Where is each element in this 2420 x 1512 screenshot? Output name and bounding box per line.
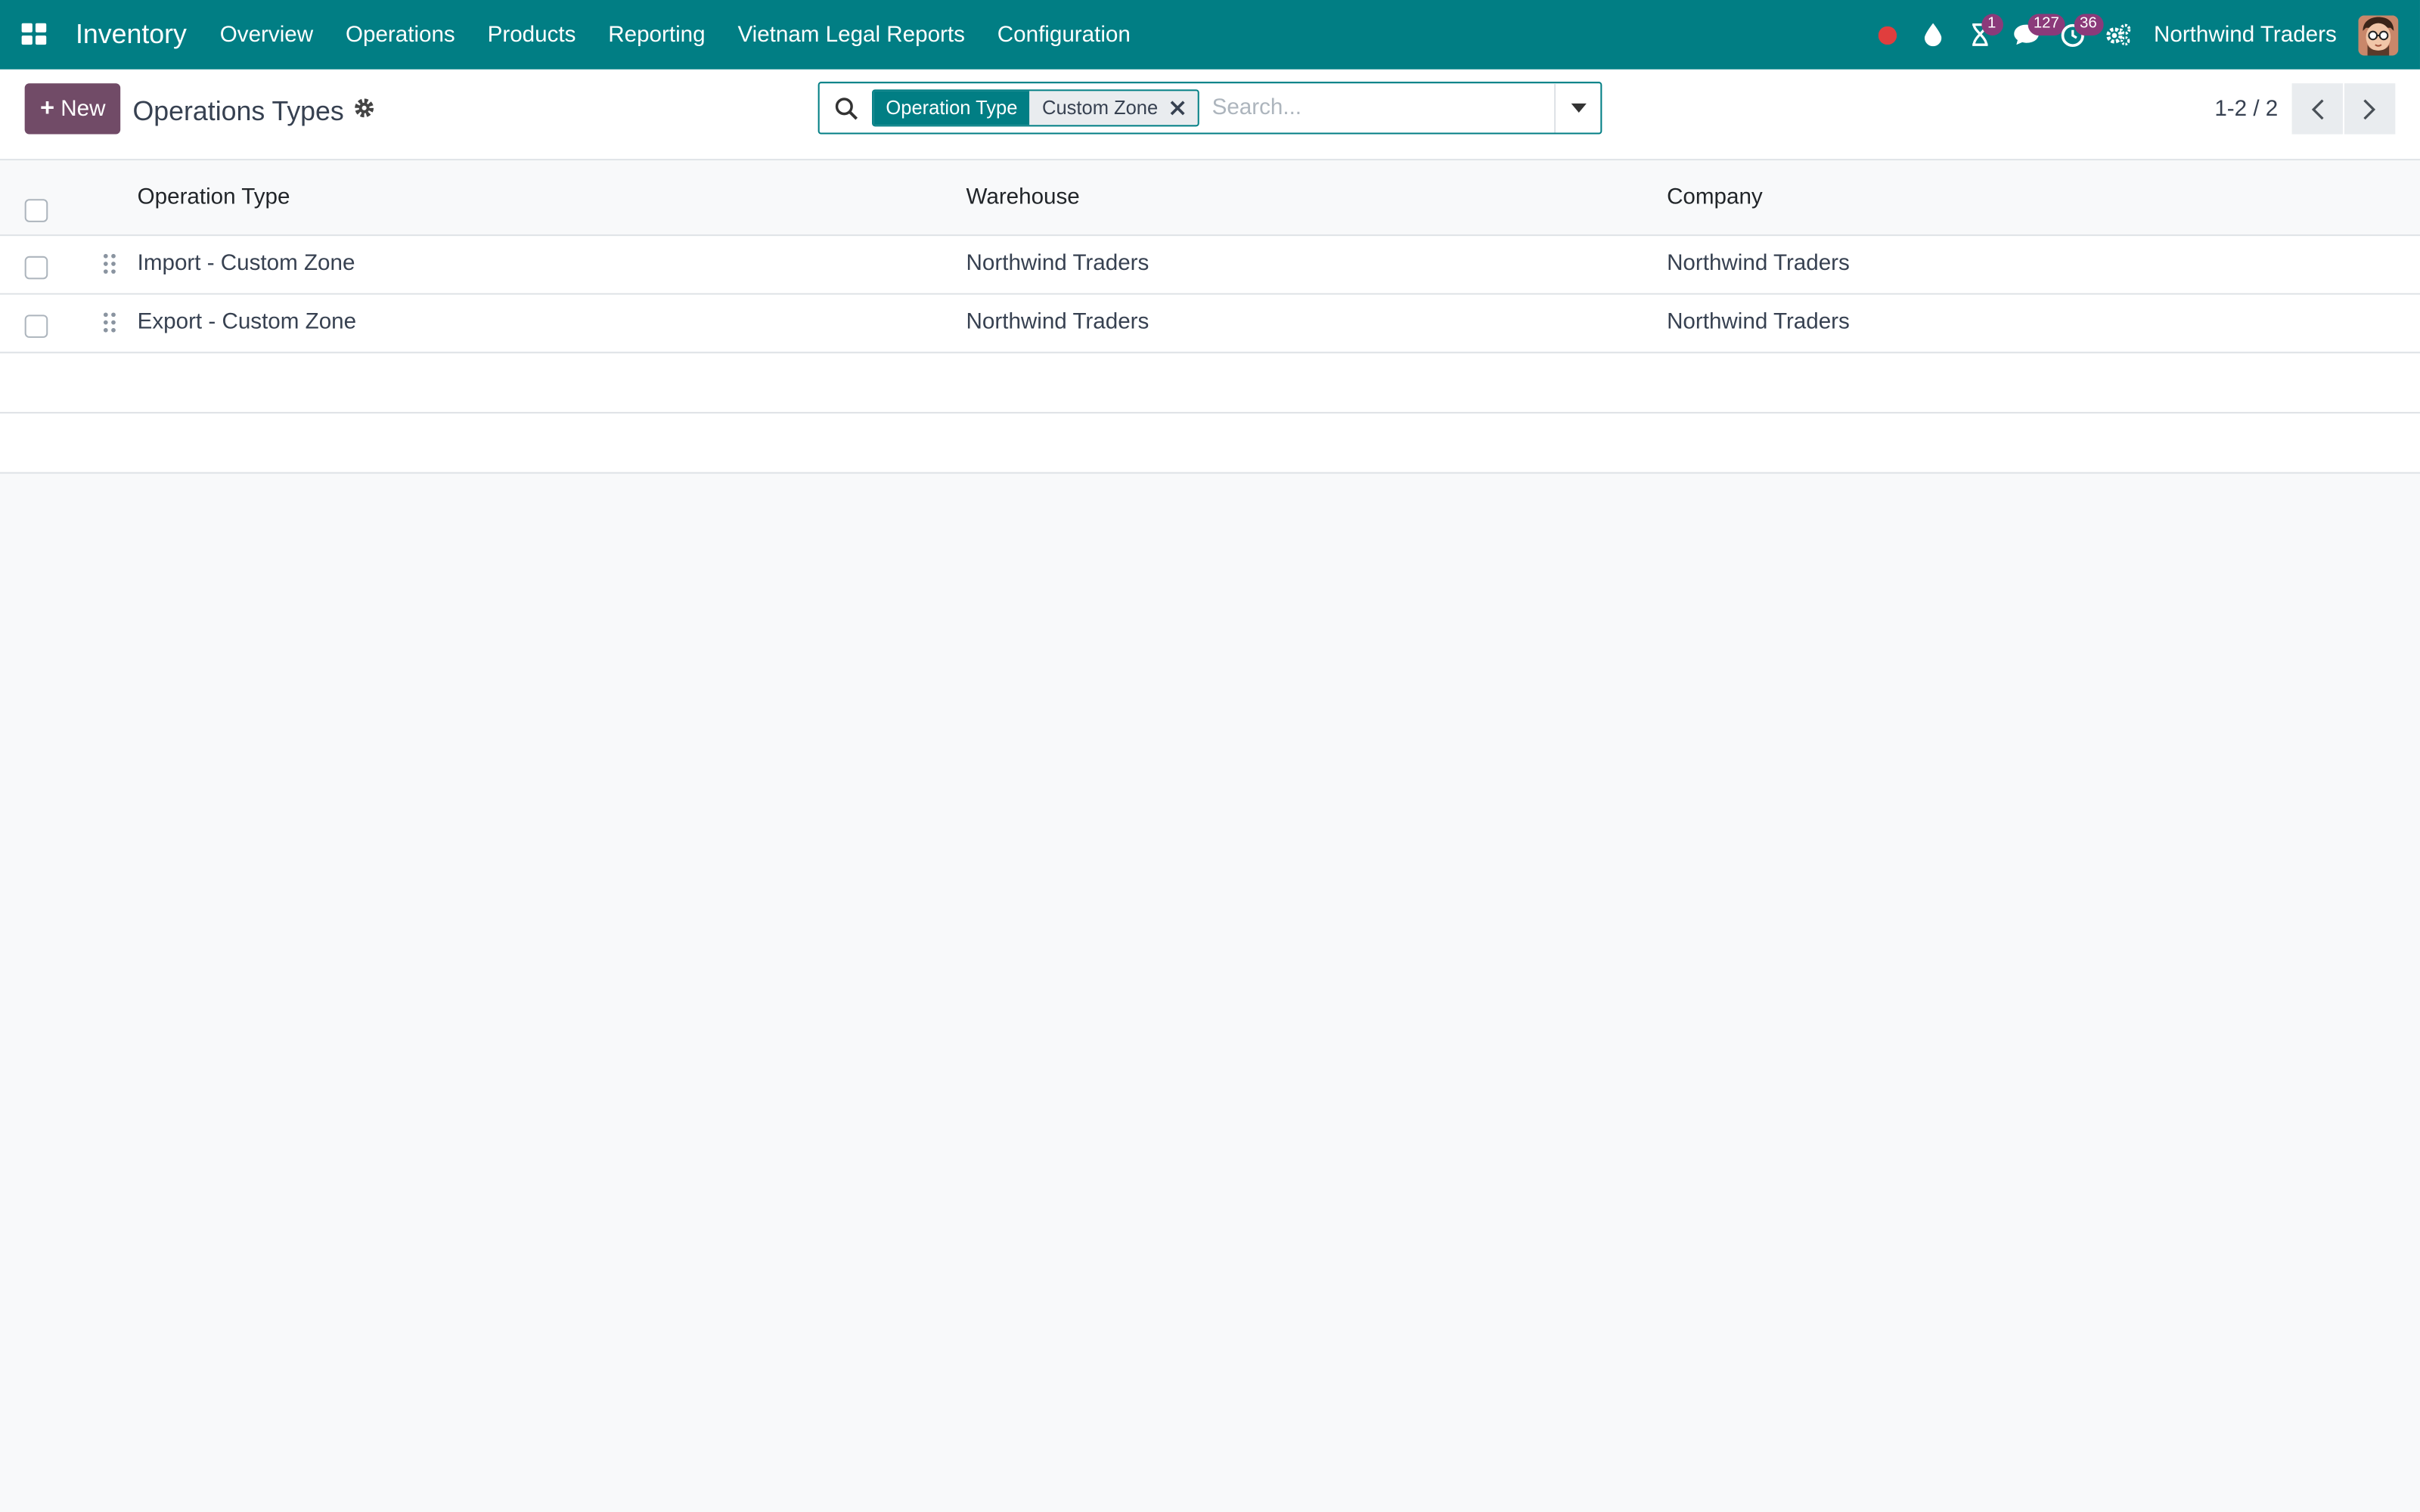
table-row[interactable]: Export - Custom Zone Northwind Traders N… bbox=[0, 294, 2420, 354]
search-bar: Operation Type Custom Zone bbox=[818, 82, 1602, 135]
facet-value: Custom Zone bbox=[1042, 97, 1159, 119]
row-checkbox[interactable] bbox=[24, 314, 48, 338]
column-operation-type[interactable]: Operation Type bbox=[138, 185, 290, 210]
cell-operation-type: Import - Custom Zone bbox=[137, 251, 355, 277]
list-header: Operation Type Warehouse Company bbox=[0, 160, 2420, 237]
app-root: Inventory Overview Operations Products R… bbox=[0, 0, 2420, 1512]
user-avatar[interactable] bbox=[2358, 14, 2399, 55]
facet-value-box: Custom Zone bbox=[1029, 91, 1199, 125]
column-company[interactable]: Company bbox=[1667, 185, 1763, 210]
chevron-right-icon[interactable] bbox=[2344, 83, 2396, 135]
select-all-checkbox[interactable] bbox=[24, 199, 48, 222]
chat-icon[interactable]: 127 bbox=[2003, 0, 2066, 70]
pager-value[interactable]: 1-2 / 2 bbox=[2214, 97, 2278, 122]
cell-company: Northwind Traders bbox=[1667, 310, 1850, 335]
pager: 1-2 / 2 bbox=[2214, 83, 2396, 135]
row-checkbox[interactable] bbox=[24, 256, 48, 280]
top-menu: Overview Operations Products Reporting V… bbox=[203, 0, 1146, 70]
cell-warehouse: Northwind Traders bbox=[966, 310, 1150, 335]
new-button-label: New bbox=[60, 96, 106, 122]
chevron-left-icon[interactable] bbox=[2291, 83, 2343, 135]
new-button[interactable]: + New bbox=[24, 83, 121, 135]
cell-warehouse: Northwind Traders bbox=[966, 251, 1150, 277]
drag-handle-icon[interactable] bbox=[102, 253, 120, 278]
systray: 1 127 36 Northwind Traders bbox=[1863, 0, 2399, 70]
drop-icon[interactable] bbox=[1910, 0, 1956, 70]
search-input[interactable] bbox=[1212, 85, 1555, 132]
cell-operation-type: Export - Custom Zone bbox=[137, 310, 357, 335]
menu-reporting[interactable]: Reporting bbox=[592, 0, 721, 70]
cell-company: Northwind Traders bbox=[1667, 251, 1850, 277]
search-facet: Operation Type Custom Zone bbox=[872, 89, 1200, 127]
table-row[interactable]: Import - Custom Zone Northwind Traders N… bbox=[0, 236, 2420, 295]
column-warehouse[interactable]: Warehouse bbox=[966, 185, 1080, 210]
empty-row bbox=[0, 413, 2420, 474]
empty-row bbox=[0, 353, 2420, 414]
facet-label: Operation Type bbox=[873, 91, 1030, 125]
settings-gears-icon[interactable] bbox=[2095, 0, 2141, 70]
clock-icon[interactable]: 36 bbox=[2049, 0, 2103, 70]
list-view: Operation Type Warehouse Company Import … bbox=[0, 160, 2420, 474]
menu-configuration[interactable]: Configuration bbox=[981, 0, 1146, 70]
activity-badge: 1 bbox=[1981, 14, 2003, 36]
plus-icon: + bbox=[40, 94, 55, 122]
drag-handle-icon[interactable] bbox=[102, 311, 120, 336]
menu-products[interactable]: Products bbox=[471, 0, 592, 70]
apps-grid-icon[interactable] bbox=[18, 20, 49, 51]
close-icon[interactable] bbox=[1171, 101, 1186, 116]
search-icon[interactable] bbox=[820, 83, 872, 132]
record-dot-icon[interactable] bbox=[1863, 0, 1910, 70]
caret-down-icon[interactable] bbox=[1554, 83, 1600, 133]
company-switcher[interactable]: Northwind Traders bbox=[2154, 23, 2337, 48]
menu-overview[interactable]: Overview bbox=[203, 0, 329, 70]
menu-operations[interactable]: Operations bbox=[330, 0, 472, 70]
control-panel: + New Operations Types Operation Type Cu… bbox=[0, 69, 2420, 161]
gear-icon[interactable] bbox=[353, 98, 378, 122]
page-title: Operations Types bbox=[132, 95, 344, 127]
menu-vietnam-legal-reports[interactable]: Vietnam Legal Reports bbox=[721, 0, 981, 70]
main-navbar: Inventory Overview Operations Products R… bbox=[0, 0, 2420, 70]
app-brand[interactable]: Inventory bbox=[76, 18, 187, 51]
hourglass-icon[interactable]: 1 bbox=[1956, 0, 2003, 70]
